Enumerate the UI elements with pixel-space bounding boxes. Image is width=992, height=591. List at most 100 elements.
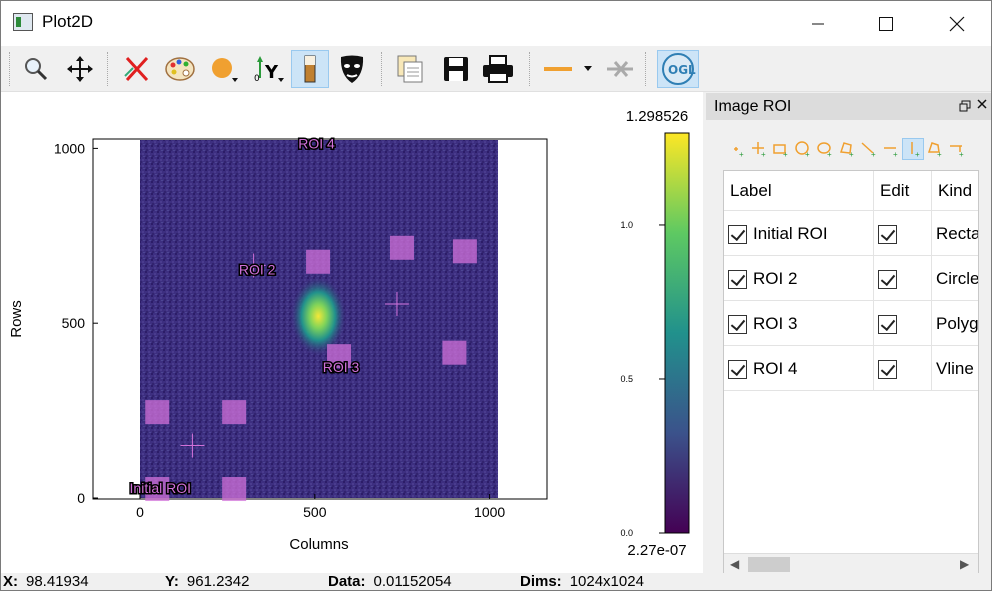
roi-line-tool[interactable]: + [858,138,880,160]
edit-checkbox[interactable] [878,360,897,380]
print-button[interactable] [479,50,517,88]
column-header-kind[interactable]: Kind [932,171,978,211]
dock-float-button[interactable] [959,100,971,112]
y-tick-label: 1000 [54,140,85,156]
roi-square [442,340,467,365]
table-row[interactable]: ROI 2 Circle [724,256,978,301]
x-label: X: [3,573,18,590]
curve-style-icon [212,58,238,82]
label-cell[interactable]: ROI 3 [724,301,874,346]
print-icon [483,55,513,83]
label-cell[interactable]: Initial ROI [724,211,874,256]
svg-text:OGL: OGL [668,63,696,77]
hline-roi-icon: + [884,147,898,158]
roi-polygon-tool[interactable]: + [836,138,858,160]
dock-close-button[interactable] [976,97,988,113]
scroll-left-icon[interactable]: ◀ [730,557,739,571]
scrollbar-thumb[interactable] [748,557,790,572]
x-tick-label: 1000 [474,504,505,520]
plot-area[interactable]: Initial ROI ROI 2 ROI 3 ROI 4 0 500 1000 0 500 1… [1,92,703,573]
colormap-button[interactable] [161,50,199,88]
horizontal-scrollbar[interactable]: ◀ ▶ [724,553,978,573]
table-row[interactable]: Initial ROI Rectar [724,211,978,256]
svg-text:+: + [783,150,788,158]
roi-label: Initial ROI [130,480,191,496]
roi-label: ROI 4 [298,135,335,151]
save-icon [444,57,468,81]
column-header-edit[interactable]: Edit [874,171,932,211]
roi-rectangle-tool[interactable]: + [770,138,792,160]
close-button[interactable] [934,1,980,46]
colorbar-ticks: 1.0 0.5 0.0 [620,220,665,538]
app-icon [13,13,33,31]
opengl-button[interactable]: OGL [657,50,699,88]
minimize-button[interactable] [795,1,841,46]
edit-cell[interactable] [874,346,932,391]
maximize-button[interactable] [863,1,909,46]
curve-style-button[interactable] [205,50,243,88]
copy-button[interactable] [391,50,429,88]
roi-label: ROI 4 [753,359,798,378]
label-cell[interactable]: ROI 2 [724,256,874,301]
clear-profile-button[interactable] [601,50,639,88]
colorbar-tick-label: 1.0 [620,220,633,230]
table-row[interactable]: ROI 3 Polyg [724,301,978,346]
svg-text:Y: Y [264,62,279,83]
colorbar-button[interactable] [291,50,329,88]
visible-checkbox[interactable] [728,270,747,290]
scroll-right-icon[interactable]: ▶ [960,557,969,571]
edit-cell[interactable] [874,256,932,301]
opengl-icon: OGL [662,53,696,85]
roi-label: ROI 3 [323,359,360,375]
svg-text:+: + [937,150,942,158]
edit-checkbox[interactable] [878,270,897,290]
edit-cell[interactable] [874,301,932,346]
copy-icon [397,55,423,83]
zoom-button[interactable] [17,50,55,88]
roi-label: ROI 3 [753,314,798,333]
polygon-roi-icon: + [839,142,854,158]
vline-roi-icon: + [911,142,920,158]
pan-button[interactable] [61,50,99,88]
reset-zoom-button[interactable] [117,50,155,88]
toolbar-separator [381,52,384,86]
dock-title-bar[interactable]: Image ROI [706,93,991,120]
column-header-label[interactable]: Label [724,171,874,211]
svg-text:+: + [761,150,766,158]
roi-band-tool[interactable]: + [946,138,968,160]
roi-circle-tool[interactable]: + [792,138,814,160]
edit-cell[interactable] [874,211,932,256]
roi-square [452,239,477,264]
label-cell[interactable]: ROI 4 [724,346,874,391]
data-value: 0.01152054 [373,573,452,590]
roi-table[interactable]: Label Edit Kind Initial ROI Rectar ROI 2… [723,170,979,574]
table-row[interactable]: ROI 4 Vline [724,346,978,391]
band-roi-icon: + [950,145,964,158]
y-label: Y: [165,573,179,590]
roi-ellipse-tool[interactable]: + [814,138,836,160]
visible-checkbox[interactable] [728,225,747,245]
roi-point-tool[interactable]: + [726,138,748,160]
x-axis-label: Columns [289,536,348,553]
visible-checkbox[interactable] [728,360,747,380]
save-button[interactable] [437,50,475,88]
x-tick-label: 500 [303,504,327,520]
mask-button[interactable] [333,50,371,88]
title-bar: Plot2D [1,1,991,46]
roi-cross-tool[interactable]: + [748,138,770,160]
visible-checkbox[interactable] [728,315,747,335]
plot-canvas[interactable]: Initial ROI ROI 2 ROI 3 ROI 4 0 500 1000 0 500 1… [1,92,703,573]
y-tick-label: 0 [77,490,85,506]
roi-vline-tool[interactable]: + [902,138,924,160]
edit-checkbox[interactable] [878,315,897,335]
line-roi-icon: + [861,142,876,158]
toolbar-separator [9,52,12,86]
reset-zoom-icon [124,56,149,82]
profile-line-button[interactable] [539,50,597,88]
edit-checkbox[interactable] [878,225,897,245]
roi-hline-tool[interactable]: + [880,138,902,160]
y-axis-button[interactable]: 0Y [249,50,287,88]
roi-arc-tool[interactable]: + [924,138,946,160]
data-label: Data: [328,573,366,590]
zoom-icon [25,58,48,81]
